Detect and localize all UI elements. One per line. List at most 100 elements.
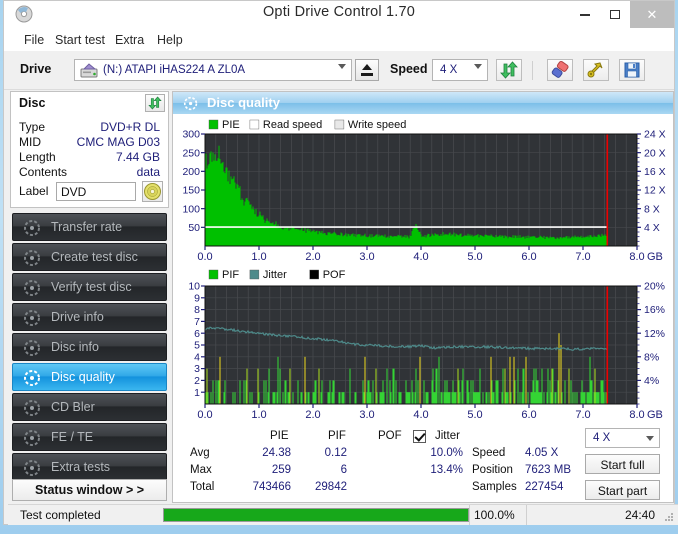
- disc-icon: [23, 279, 42, 297]
- svg-text:1.0: 1.0: [251, 409, 266, 421]
- start-full-button[interactable]: Start full: [585, 454, 660, 474]
- sidebar-item-label: Extra tests: [51, 460, 111, 474]
- nav-list: Transfer rate Create test disc Verify te…: [12, 213, 167, 483]
- svg-text:GB: GB: [647, 251, 663, 263]
- row-label-max: Max: [190, 464, 212, 476]
- start-part-button[interactable]: Start part: [585, 480, 660, 500]
- menu-start-test[interactable]: Start test: [50, 32, 110, 48]
- sidebar-item-cd-bler[interactable]: CD Bler: [12, 393, 167, 421]
- pif-chart: PIF Jitter POF 10 9 8 7 6 5 4 3 2 1 20% 16% 12% 8% 4% 0.0 1…: [173, 264, 673, 424]
- erase-icon: [548, 60, 572, 84]
- progress-percent: 100.0%: [474, 508, 515, 522]
- close-button[interactable]: ✕: [630, 1, 674, 28]
- svg-text:20 X: 20 X: [644, 147, 666, 159]
- svg-text:16%: 16%: [644, 304, 665, 316]
- disc-panel-title: Disc: [19, 96, 46, 110]
- sidebar-item-label: Drive info: [51, 310, 104, 324]
- drive-select[interactable]: (N:) ATAPI iHAS224 A ZL0A: [74, 59, 352, 81]
- disc-label-browse-button[interactable]: [142, 181, 163, 202]
- progress-bar: [163, 508, 469, 522]
- sidebar-item-disc-quality[interactable]: Disc quality: [12, 363, 167, 391]
- test-speed-select[interactable]: 4 X: [585, 428, 660, 448]
- jitter-label: Jitter: [435, 430, 460, 442]
- svg-text:4: 4: [194, 351, 200, 363]
- svg-text:50: 50: [188, 222, 200, 234]
- chevron-down-icon: [338, 64, 346, 69]
- disc-label-input[interactable]: DVD: [56, 182, 136, 201]
- disc-icon: [23, 309, 42, 327]
- status-window-button[interactable]: Status window > >: [12, 479, 167, 501]
- speed-value: 4 X: [440, 64, 458, 76]
- sidebar-item-create-test-disc[interactable]: Create test disc: [12, 243, 167, 271]
- svg-text:0.0: 0.0: [197, 409, 212, 421]
- disc-icon: [23, 459, 42, 477]
- speed-select[interactable]: 4 X: [432, 59, 488, 81]
- disc-icon: [23, 369, 42, 387]
- jitter-checkbox[interactable]: [413, 430, 426, 443]
- svg-text:PIF: PIF: [222, 269, 239, 281]
- drive-label: Drive: [20, 62, 52, 76]
- tools-button[interactable]: [583, 59, 609, 81]
- sidebar-item-transfer-rate[interactable]: Transfer rate: [12, 213, 167, 241]
- chevron-down-icon: [474, 64, 482, 69]
- disc-length-label: Length: [19, 150, 56, 164]
- svg-text:Write speed: Write speed: [348, 119, 407, 131]
- disc-quality-icon: [183, 96, 199, 111]
- save-icon: [620, 62, 644, 84]
- sidebar-item-extra-tests[interactable]: Extra tests: [12, 453, 167, 481]
- sidebar-item-disc-info[interactable]: Disc info: [12, 333, 167, 361]
- menu-extra[interactable]: Extra: [110, 32, 149, 48]
- svg-text:7: 7: [194, 316, 200, 328]
- toolbar-separator: [532, 61, 533, 80]
- sidebar-item-verify-test-disc[interactable]: Verify test disc: [12, 273, 167, 301]
- refresh-button[interactable]: [496, 59, 522, 81]
- disc-panel-header: Disc: [10, 91, 169, 115]
- maximize-button[interactable]: [600, 1, 630, 28]
- panel-title: Disc quality: [207, 95, 280, 110]
- test-speed-value: 4 X: [593, 432, 611, 444]
- drive-icon: [80, 63, 98, 78]
- minimize-button[interactable]: [570, 1, 600, 28]
- erase-button[interactable]: [547, 59, 573, 81]
- menu-file[interactable]: File: [19, 32, 49, 48]
- svg-text:200: 200: [182, 166, 200, 178]
- svg-text:8.0: 8.0: [629, 409, 644, 421]
- col-header-pof: POF: [378, 430, 402, 442]
- speed-label: Speed: [390, 62, 428, 76]
- disc-quality-panel: Disc quality PIE Read speed Write speed 300…: [172, 91, 674, 503]
- resize-grip[interactable]: [664, 512, 674, 522]
- pif-total: 29842: [315, 481, 347, 493]
- svg-text:8.0: 8.0: [629, 251, 644, 263]
- svg-text:3: 3: [194, 363, 200, 375]
- svg-text:8 X: 8 X: [644, 203, 660, 215]
- svg-text:12 X: 12 X: [644, 185, 666, 197]
- svg-text:300: 300: [182, 129, 200, 141]
- svg-text:6: 6: [194, 328, 200, 340]
- position-value: 7623 MB: [525, 464, 572, 476]
- pie-max: 259: [271, 464, 291, 476]
- menu-help[interactable]: Help: [152, 32, 188, 48]
- save-button[interactable]: [619, 59, 645, 81]
- svg-text:12%: 12%: [644, 328, 665, 340]
- svg-text:5.0: 5.0: [467, 409, 482, 421]
- svg-text:2.0: 2.0: [305, 409, 320, 421]
- status-message: Test completed: [20, 508, 101, 522]
- svg-text:24 X: 24 X: [644, 129, 666, 141]
- svg-text:1.0: 1.0: [251, 251, 266, 263]
- samples-label: Samples: [472, 481, 517, 493]
- col-header-pie: PIE: [270, 430, 289, 442]
- svg-text:7.0: 7.0: [575, 409, 590, 421]
- application-window: Opti Drive Control 1.70 ✕ File Start tes…: [3, 0, 678, 525]
- disc-icon: [23, 219, 42, 237]
- title-bar: Opti Drive Control 1.70 ✕: [4, 1, 674, 28]
- disc-refresh-button[interactable]: [145, 94, 165, 112]
- eject-button[interactable]: [355, 59, 379, 81]
- sidebar-item-label: Disc info: [51, 340, 99, 354]
- sidebar-item-label: Disc quality: [51, 370, 115, 384]
- sidebar-item-drive-info[interactable]: Drive info: [12, 303, 167, 331]
- svg-text:1: 1: [194, 387, 200, 399]
- svg-text:8: 8: [194, 304, 200, 316]
- disc-icon: [23, 339, 42, 357]
- sidebar-item-fe-te[interactable]: FE / TE: [12, 423, 167, 451]
- disc-mid-label: MID: [19, 135, 41, 149]
